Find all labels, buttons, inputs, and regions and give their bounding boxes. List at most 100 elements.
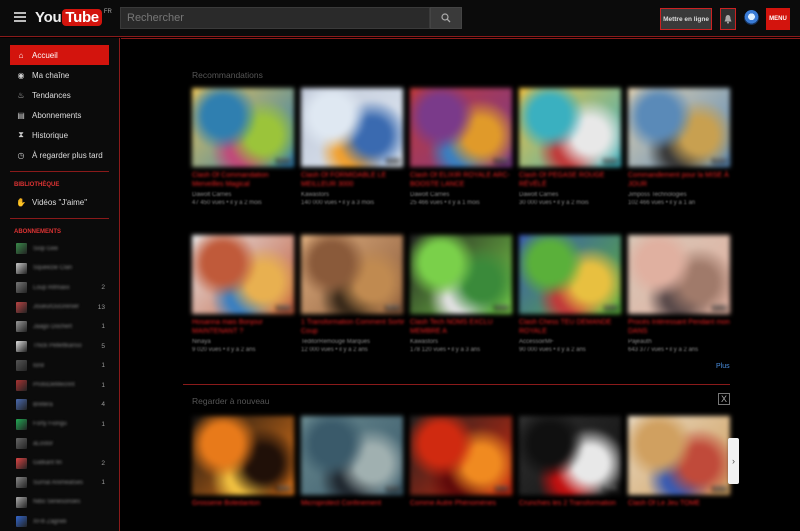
video-title[interactable]: Grosserie Botedanton	[192, 499, 298, 508]
video-duration: 15:20	[712, 486, 727, 492]
sidebar-item-accueil[interactable]: ⌂ Accueil	[10, 45, 109, 65]
video-channel[interactable]: Kawastors	[410, 338, 516, 346]
sidebar-item-label: Vidéos "J'aime"	[32, 197, 88, 207]
video-title[interactable]: Clash Tech NOMS EXCLU MEMBRE A	[410, 318, 516, 336]
subscription-item[interactable]: Nibo Senesonoes	[0, 493, 119, 513]
video-title[interactable]: Microprotect Confinement	[301, 499, 407, 508]
video-title[interactable]: Clash Of ELIXIR ROYALE ARC-BOOSTE LANCE	[410, 171, 516, 189]
video-title[interactable]: Hosanna mais Bonjour MAINTENANT ?	[192, 318, 298, 336]
subscription-item[interactable]: Jaago Dochert 1	[0, 317, 119, 337]
search-input[interactable]: Rechercher	[120, 7, 430, 29]
close-section-button[interactable]: X	[718, 393, 730, 405]
subscriptions-icon: ▤	[17, 110, 25, 120]
subscription-count: 1	[101, 362, 105, 370]
video-channel[interactable]: Pajeauth	[628, 338, 734, 346]
bell-icon	[724, 15, 732, 24]
notifications-button[interactable]	[720, 8, 736, 30]
logo-you-text: You	[35, 9, 62, 26]
subscription-item[interactable]: Ionil 1	[0, 356, 119, 376]
video-channel[interactable]: Dawolt Carries	[192, 191, 298, 199]
subscription-count: 1	[101, 420, 105, 428]
video-duration: 11:12	[494, 486, 509, 492]
video-title[interactable]: 1 Transformation Comment Sortir Coup	[301, 318, 407, 336]
video-thumbnail[interactable]: 10:23	[192, 88, 294, 167]
video-channel[interactable]: Ninaya	[192, 338, 298, 346]
video-thumbnail[interactable]: 12:02	[410, 235, 512, 314]
channel-avatar	[16, 243, 27, 255]
subscription-name: JoueurDuGrenier	[33, 304, 80, 311]
video-duration: 10:23	[276, 158, 291, 164]
sidebar-item-liked-videos[interactable]: ✋ Vidéos "J'aime"	[0, 192, 119, 212]
search-button[interactable]	[430, 7, 462, 29]
video-title[interactable]: Procès Intéressant Pendant mon DANS	[628, 318, 734, 336]
sidebar-nav: ⌂ Accueil ◉ Ma chaîne ♨ Tendances ▤ Abonnements…	[0, 45, 119, 165]
subscription-item[interactable]: ProtoDeMecrint 1	[0, 376, 119, 396]
video-thumbnail[interactable]: 15:20	[628, 416, 730, 495]
guide-menu-icon[interactable]	[14, 12, 26, 22]
sidebar-item-ma-cha-ne[interactable]: ◉ Ma chaîne	[0, 65, 119, 85]
subscription-item[interactable]: Brétéra 4	[0, 395, 119, 415]
subscription-item[interactable]: Forty Fiongu 1	[0, 415, 119, 435]
video-thumbnail[interactable]: 10:11	[519, 235, 621, 314]
video-channel[interactable]: Dawolt Carries	[519, 191, 625, 199]
video-thumbnail[interactable]: 18:02	[628, 88, 730, 167]
video-thumbnail[interactable]: 14:11	[301, 416, 403, 495]
sidebar: ⌂ Accueil ◉ Ma chaîne ♨ Tendances ▤ Abonnements…	[0, 38, 120, 531]
video-meta: 25 466 vues • il y a 1 mois	[410, 200, 480, 206]
video-thumbnail[interactable]: 12:45	[410, 88, 512, 167]
video-thumbnail[interactable]: 10:56	[192, 416, 294, 495]
subscription-name: Surnal Animeatses	[33, 479, 84, 486]
video-thumbnail[interactable]: 10:45	[192, 235, 294, 314]
sidebar-item-abonnements[interactable]: ▤ Abonnements	[0, 105, 119, 125]
video-title[interactable]: Clash Chess TEU DEMANDE ROYALE	[519, 318, 625, 336]
video-title[interactable]: Crunchies les 2 Transformation	[519, 499, 625, 508]
subscription-item[interactable]: Squeezie Clan	[0, 259, 119, 279]
video-meta: 140 000 vues • il y a 3 mois	[301, 200, 375, 206]
subscription-item[interactable]: Loup Rifmaxx 2	[0, 278, 119, 298]
channel-avatar	[16, 418, 27, 430]
subscription-item[interactable]: JoueurDuGrenier 13	[0, 298, 119, 318]
youtube-logo[interactable]: You Tube FR	[35, 9, 112, 27]
video-thumbnail[interactable]: 11:12	[410, 416, 512, 495]
video-thumbnail[interactable]: 07:14	[628, 235, 730, 314]
subscription-item[interactable]: Thick Pellettkanso 5	[0, 337, 119, 357]
video-channel[interactable]: TeditorRemouge Marques	[301, 338, 407, 346]
subscription-item[interactable]: Surnal Animeatses 1	[0, 473, 119, 493]
subscriptions-list: Siop Gee Squeezie Clan Loup Rifmaxx 2 Joueur…	[0, 239, 119, 531]
video-title[interactable]: Clash Of Commandation Merveilles Magical	[192, 171, 298, 189]
sidebar-item-historique[interactable]: ⧗ Historique	[0, 125, 119, 145]
video-channel[interactable]: Jimposs Technologies	[628, 191, 734, 199]
video-title[interactable]: Commandement pour la MISE À JOUR	[628, 171, 734, 189]
subscription-item[interactable]: Gatkant fin 2	[0, 454, 119, 474]
subscription-item[interactable]: XFifi Zagneli	[0, 512, 119, 531]
video-thumbnail[interactable]: 08:30	[301, 235, 403, 314]
video-title[interactable]: Clash Of Le Jeu TOME	[628, 499, 734, 508]
video-duration: 12:45	[494, 158, 509, 164]
sidebar-item--regarder-plus-tard[interactable]: ◷ À regarder plus tard	[0, 145, 119, 165]
next-arrow-button[interactable]: ›	[728, 438, 739, 484]
more-link[interactable]: Plus	[716, 363, 730, 370]
video-title[interactable]: Comme Autre Phénomènes	[410, 499, 516, 508]
subscription-item[interactable]: aLostor	[0, 434, 119, 454]
video-channel[interactable]: Dawolt Carries	[410, 191, 516, 199]
video-thumbnail[interactable]: 09:58	[519, 88, 621, 167]
subscription-name: Siop Gee	[33, 245, 59, 252]
video-channel[interactable]: Kawastors	[301, 191, 407, 199]
video-channel[interactable]: AccessoirMF	[519, 338, 625, 346]
account-avatar[interactable]	[744, 10, 759, 25]
sidebar-item-tendances[interactable]: ♨ Tendances	[0, 85, 119, 105]
video-thumbnail[interactable]: 09:40	[519, 416, 621, 495]
video-meta: 47 450 vues • il y a 2 mois	[192, 200, 262, 206]
sidebar-divider	[10, 171, 109, 172]
sidebar-item-label: Historique	[32, 130, 69, 140]
channel-avatar	[16, 516, 27, 528]
video-title[interactable]: Clash Of FORMIDABLE LE MEILLEUR 3000	[301, 171, 407, 189]
rewatch-title: Regarder à nouveau	[192, 396, 270, 406]
channel-avatar	[16, 399, 27, 411]
subscription-item[interactable]: Siop Gee	[0, 239, 119, 259]
logo-tube-text: Tube	[62, 9, 102, 26]
video-thumbnail[interactable]: 14:11	[301, 88, 403, 167]
video-title[interactable]: Clash Of PEGASE ROUGE RÉVÉLÉ	[519, 171, 625, 189]
upload-button[interactable]: Mettre en ligne	[660, 8, 712, 30]
menu-button[interactable]: MENU	[766, 8, 790, 30]
